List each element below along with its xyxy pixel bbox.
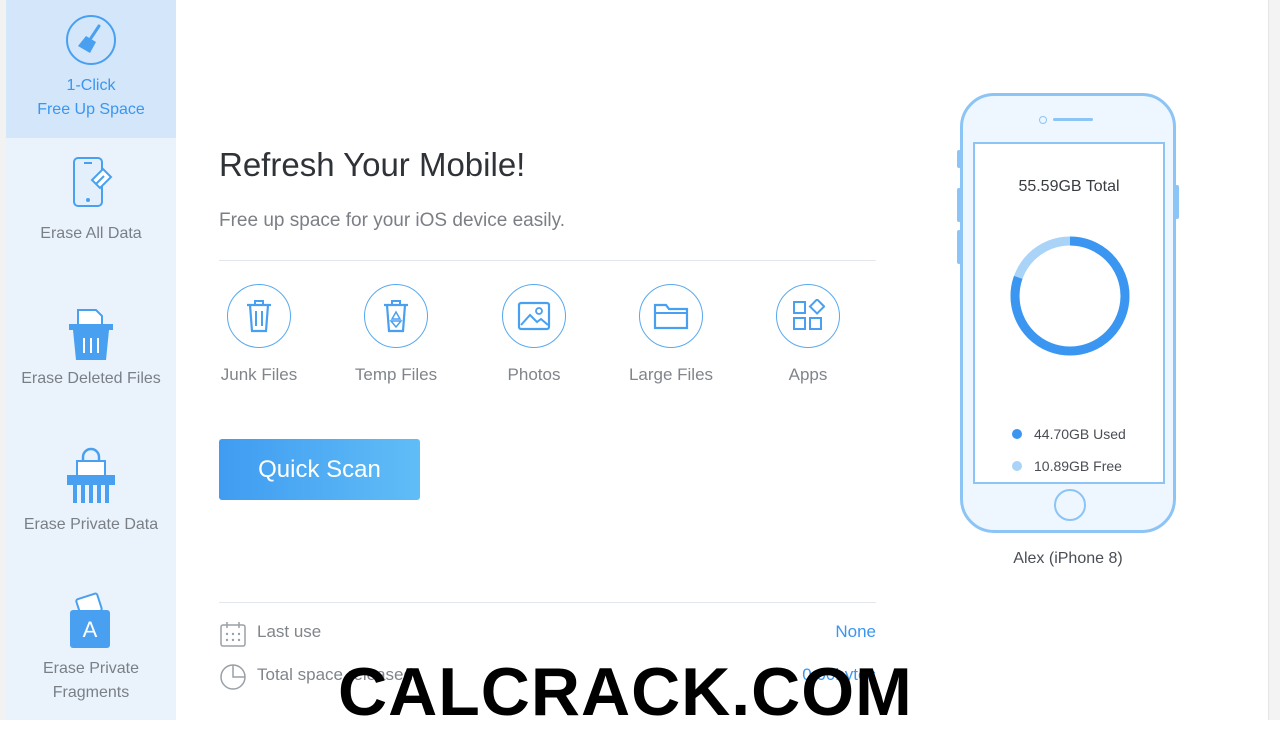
category-junk-files[interactable]: Junk Files: [204, 284, 314, 385]
sidebar-item-label: 1-Click Free Up Space: [37, 77, 145, 118]
storage-donut-chart: [1010, 236, 1130, 356]
main-panel: Refresh Your Mobile! Free up space for y…: [176, 0, 936, 720]
broom-icon: [66, 15, 116, 65]
category-large-files[interactable]: Large Files: [616, 284, 726, 385]
home-button: [1054, 489, 1086, 521]
category-label: Large Files: [628, 365, 714, 384]
svg-text:A: A: [83, 617, 98, 642]
last-use-label: Last use: [257, 622, 322, 641]
divider: [219, 260, 876, 261]
category-label: Temp Files: [354, 365, 438, 384]
legend-used: 44.70GB Used: [1012, 426, 1126, 442]
free-label: 10.89GB Free: [1034, 458, 1122, 474]
quick-scan-button[interactable]: Quick Scan: [219, 439, 420, 500]
sidebar-item-label: Erase All Data: [40, 225, 142, 242]
calendar-icon: [220, 622, 246, 647]
used-dot: [1012, 429, 1022, 440]
sidebar: 1-Click Free Up Space Erase All Data Era…: [6, 0, 176, 720]
used-label: 44.70GB Used: [1034, 426, 1126, 442]
category-label: Photos: [507, 365, 561, 384]
phone-side-button: [957, 230, 961, 264]
sidebar-item-label: Erase Private Fragments: [42, 660, 140, 701]
phone-erase-icon: [73, 157, 113, 207]
trash-folder-icon: [69, 309, 113, 360]
folder-icon: [653, 303, 689, 330]
category-apps[interactable]: Apps: [753, 284, 863, 385]
phone-side-button: [1175, 185, 1179, 219]
trash-icon: [247, 300, 271, 333]
recycle-bin-icon: [384, 300, 408, 333]
image-icon: [517, 301, 551, 331]
apps-grid-icon: [793, 299, 825, 330]
device-illustration: 55.59GB Total 44.70GB Used 10.89GB Free: [960, 93, 1176, 533]
sidebar-item-erase-all-data[interactable]: Erase All Data: [6, 150, 176, 260]
device-screen: 55.59GB Total 44.70GB Used 10.89GB Free: [973, 142, 1165, 484]
phone-side-button: [957, 188, 961, 222]
sidebar-item-label: Erase Deleted Files: [21, 370, 161, 387]
app-fragment-icon: A: [70, 592, 110, 648]
page-title: Refresh Your Mobile!: [219, 146, 526, 183]
camera-dot: [1039, 116, 1047, 124]
last-use-value: None: [835, 622, 876, 641]
category-photos[interactable]: Photos: [479, 284, 589, 385]
category-label: Apps: [788, 365, 828, 384]
sidebar-item-erase-deleted-files[interactable]: Erase Deleted Files: [6, 300, 176, 400]
device-name: Alex (iPhone 8): [1013, 550, 1123, 567]
window-right-edge: [1268, 0, 1280, 720]
watermark-text: CALCRACK.COM: [338, 654, 913, 730]
phone-side-button: [957, 150, 961, 168]
sidebar-item-erase-private-fragments[interactable]: A Erase Private Fragments: [6, 590, 176, 710]
category-temp-files[interactable]: Temp Files: [341, 284, 451, 385]
shredder-lock-icon: [67, 447, 115, 503]
page-subtitle: Free up space for your iOS device easily…: [219, 210, 566, 231]
sidebar-item-free-up-space[interactable]: 1-Click Free Up Space: [6, 0, 176, 138]
divider: [219, 602, 876, 603]
category-label: Junk Files: [220, 365, 298, 384]
last-use-row: Last use None: [219, 618, 876, 648]
sidebar-item-label: Erase Private Data: [23, 516, 159, 533]
sidebar-item-erase-private-data[interactable]: Erase Private Data: [6, 445, 176, 545]
free-dot: [1012, 461, 1022, 472]
storage-total: 55.59GB Total: [1018, 178, 1120, 195]
pie-chart-icon: [220, 664, 246, 690]
legend-free: 10.89GB Free: [1012, 458, 1122, 474]
speaker-slot: [1053, 118, 1093, 121]
